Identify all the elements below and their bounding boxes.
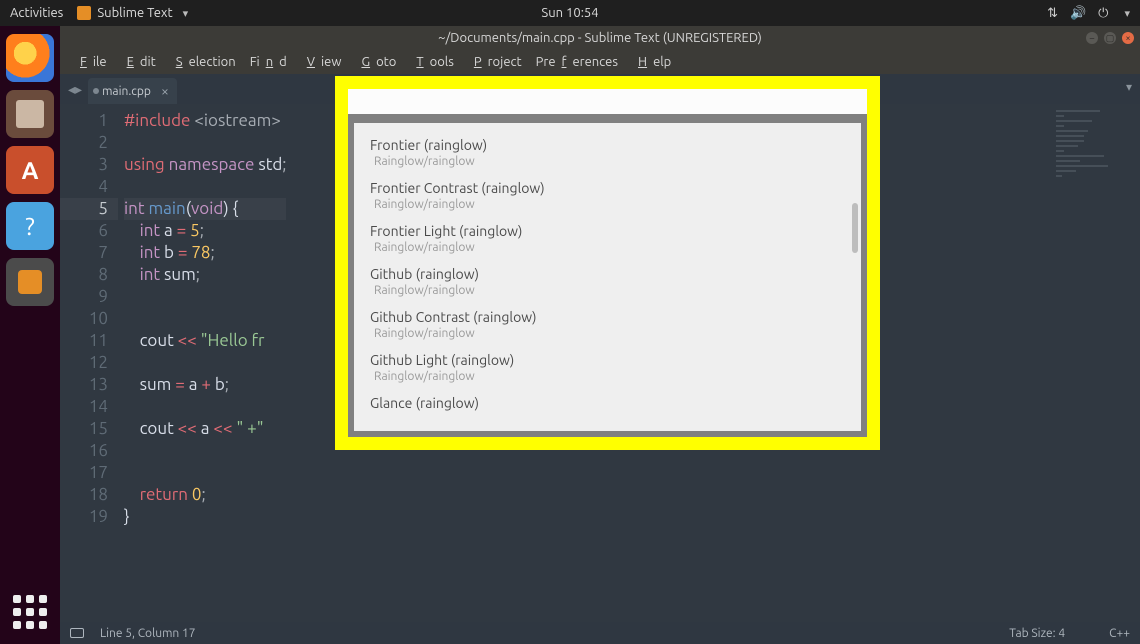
palette-item-title: Github (rainglow) — [370, 266, 861, 282]
menu-file[interactable]: File — [68, 53, 113, 71]
power-icon[interactable]: ⏻ — [1098, 6, 1108, 21]
window-titlebar[interactable]: ~/Documents/main.cpp - Sublime Text (UNR… — [60, 26, 1140, 50]
tab-main-cpp[interactable]: main.cpp — [88, 78, 177, 104]
status-panel-icon[interactable] — [70, 628, 84, 638]
menu-selection[interactable]: Selection — [164, 53, 242, 71]
palette-item[interactable]: Github Light (rainglow) Rainglow/rainglow — [370, 352, 861, 383]
network-icon[interactable]: ⇅ — [1047, 6, 1058, 21]
menu-preferences[interactable]: Preferences — [530, 53, 624, 71]
status-tab-size[interactable]: Tab Size: 4 — [1009, 627, 1065, 640]
palette-scrollbar[interactable] — [852, 203, 858, 253]
menu-view[interactable]: View — [295, 53, 348, 71]
palette-item-sub: Rainglow/rainglow — [370, 370, 861, 383]
launcher-firefox[interactable] — [6, 34, 54, 82]
launcher-software[interactable] — [6, 146, 54, 194]
palette-item-title: Frontier Light (rainglow) — [370, 223, 861, 239]
palette-item-sub: Rainglow/rainglow — [370, 327, 861, 340]
palette-item[interactable]: Frontier (rainglow) Rainglow/rainglow — [370, 137, 861, 168]
palette-item-title: Github Contrast (rainglow) — [370, 309, 861, 325]
app-menu[interactable]: Sublime Text — [77, 6, 188, 20]
launcher-help[interactable]: ? — [6, 202, 54, 250]
menu-edit[interactable]: Edit — [115, 53, 162, 71]
palette-item-sub: Rainglow/rainglow — [370, 241, 861, 254]
menu-bar: FileEditSelectionFindViewGotoToolsProjec… — [60, 50, 1140, 74]
menu-goto[interactable]: Goto — [349, 53, 402, 71]
menu-project[interactable]: Project — [462, 53, 528, 71]
system-menu-icon[interactable] — [1120, 6, 1130, 20]
line-gutter: 12345678910111213141516171819 — [60, 104, 118, 622]
unity-launcher: ? — [0, 26, 60, 644]
show-apps-button[interactable] — [10, 592, 50, 632]
window-title: ~/Documents/main.cpp - Sublime Text (UNR… — [438, 31, 762, 45]
menu-find[interactable]: Find — [244, 53, 293, 71]
window-close-button[interactable]: × — [1122, 32, 1134, 44]
palette-item-title: Frontier (rainglow) — [370, 137, 861, 153]
launcher-files[interactable] — [6, 90, 54, 138]
code-view[interactable]: #include <iostream> using namespace std;… — [118, 104, 286, 622]
palette-item[interactable]: Frontier Light (rainglow) Rainglow/raingl… — [370, 223, 861, 254]
launcher-sublime[interactable] — [6, 258, 54, 306]
sublime-icon — [77, 6, 91, 20]
palette-item[interactable]: Glance (rainglow) — [370, 395, 861, 411]
activities-button[interactable]: Activities — [10, 6, 63, 20]
menu-help[interactable]: Help — [626, 53, 677, 71]
palette-item-title: Frontier Contrast (rainglow) — [370, 180, 861, 196]
palette-item-title: Glance (rainglow) — [370, 395, 861, 411]
command-palette-input[interactable] — [348, 89, 867, 114]
palette-item[interactable]: Github (rainglow) Rainglow/rainglow — [370, 266, 861, 297]
status-bar: Line 5, Column 17 Tab Size: 4 C++ — [60, 622, 1140, 644]
minimap[interactable] — [1056, 110, 1136, 170]
status-position: Line 5, Column 17 — [100, 627, 196, 640]
command-palette: Frontier (rainglow)Rainglow/rainglowFron… — [348, 89, 867, 437]
palette-item-title: Github Light (rainglow) — [370, 352, 861, 368]
tab-overflow-button[interactable]: ▾ — [1126, 80, 1132, 94]
menu-tools[interactable]: Tools — [404, 53, 460, 71]
palette-item-sub: Rainglow/rainglow — [370, 284, 861, 297]
gnome-top-panel: Activities Sublime Text Sun 10:54 ⇅ 🔊 ⏻ — [0, 0, 1140, 26]
palette-item[interactable]: Github Contrast (rainglow) Rainglow/raing… — [370, 309, 861, 340]
window-maximize-button[interactable]: ▢ — [1104, 32, 1116, 44]
palette-item-sub: Rainglow/rainglow — [370, 155, 861, 168]
command-palette-highlight: Frontier (rainglow)Rainglow/rainglowFron… — [335, 76, 880, 450]
command-palette-list[interactable]: Frontier (rainglow)Rainglow/rainglowFron… — [354, 123, 861, 431]
tab-label: main.cpp — [102, 85, 151, 98]
volume-icon[interactable]: 🔊 — [1070, 6, 1086, 21]
window-minimize-button[interactable]: – — [1086, 32, 1098, 44]
panel-clock[interactable]: Sun 10:54 — [541, 6, 598, 20]
app-menu-label: Sublime Text — [97, 6, 172, 20]
tab-nav-arrows[interactable]: ◂▸ — [64, 81, 88, 104]
status-syntax[interactable]: C++ — [1109, 627, 1130, 640]
palette-item-sub: Rainglow/rainglow — [370, 198, 861, 211]
palette-item[interactable]: Frontier Contrast (rainglow) Rainglow/rai… — [370, 180, 861, 211]
